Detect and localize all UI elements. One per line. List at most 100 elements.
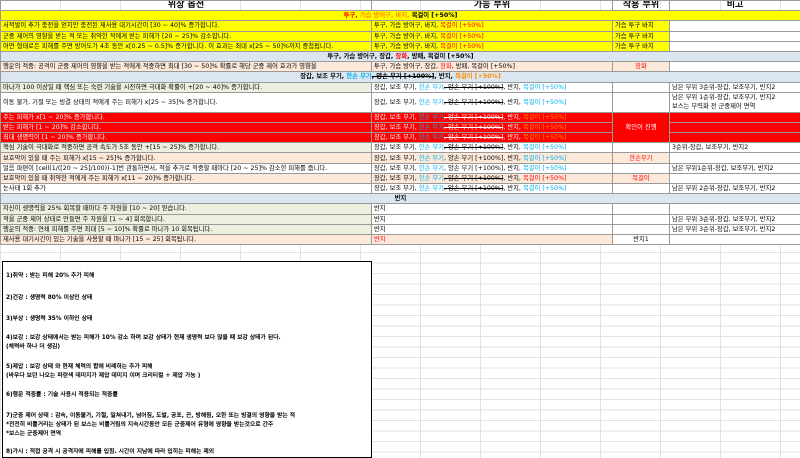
- slots-cell[interactable]: 투구, 가슴 방어구, 바지, 목걸이 [+50%]: [371, 30, 613, 42]
- remarks-cell[interactable]: [669, 132, 800, 144]
- aspect-cell[interactable]: 서적발이 추가 충전을 얻지만 충전된 재사용 대기시간이 [30 ~ 40]%…: [0, 20, 372, 32]
- aspect-cell[interactable]: 보호막이 있을 때 취약한 적에게 주는 피해가 x[11 ~ 20]% 증가합…: [0, 172, 372, 185]
- aspect-cell[interactable]: 어떤 형태로든 피해를 주면 방어도가 4초 동안 x[0.25 ~ 0.5]%…: [0, 40, 372, 52]
- section-title[interactable]: 반지: [0, 193, 800, 205]
- aspect-cell[interactable]: 마나가 100 이상일 때 핵심 또는 숙련 기술을 시전하면 극대화 확률이 …: [0, 81, 372, 93]
- header-possible-slots[interactable]: 가능 부위: [371, 0, 613, 12]
- slots-cell[interactable]: 장갑, 보조 무기, 한손 무기, 양손 무기 [+100%], 반지, 목걸이…: [371, 172, 613, 185]
- table-row: 어떤 형태로든 피해를 주면 방어도가 4초 동안 x[0.25 ~ 0.5]%…: [0, 40, 800, 52]
- remarks-cell[interactable]: 남은 부위1순위-장갑, 보조무기, 반지2: [669, 162, 800, 174]
- aspect-cell[interactable]: 행운의 적중: 공격이 군중 제어의 영향을 받는 적에게 적중하면 최대 [3…: [0, 61, 372, 73]
- slots-cell[interactable]: 반지: [371, 233, 613, 246]
- equip-cell[interactable]: [612, 182, 670, 195]
- section-title[interactable]: 장갑, 보조 무기, 한손 무기, 양손 무기 [+100%], 반지, 목걸이…: [0, 71, 800, 83]
- equip-cell[interactable]: 가슴 투구 바지: [612, 30, 670, 42]
- note-lucky-hit: 6)행운 적중률 : 기술 사용시 적용되는 적중률: [6, 392, 118, 398]
- remarks-cell[interactable]: 3순위-장갑, 보조무기, 반지2: [669, 142, 800, 154]
- aspect-table: 위상 옵션 가능 부위 착용 부위 비고 투구, 가슴 방어구, 바지, 목걸이…: [0, 0, 800, 246]
- remarks-cell[interactable]: [669, 20, 800, 32]
- section-header-defensive: 투구, 가슴 방어구, 바지, 목걸이 [+50%]: [0, 10, 800, 22]
- note-fortify: 4)보강 : 보강 상태에서는 받는 피해가 10% 감소 하며 보강 상태가 …: [6, 335, 281, 341]
- slots-cell[interactable]: 장갑, 보조 무기, 한손 무기, 양손 무기 [+100%], 반지, 목걸이…: [371, 111, 613, 123]
- table-row: 적을 군중 제어 상태로 만들면 주 자원을 [1 ~ 4] 회복합니다. 반지…: [0, 213, 800, 225]
- remarks-cell[interactable]: [669, 233, 800, 246]
- aspect-cell[interactable]: 핵심 기술이 극대화로 적중하면 공격 속도가 5초 동안 +[15 ~ 25]…: [0, 142, 372, 154]
- slots-cell[interactable]: 반지: [371, 203, 613, 215]
- aspect-cell[interactable]: 보호막이 있을 때 주는 피해가 x[15 ~ 25]% 증가합니다.: [0, 152, 372, 164]
- slots-cell[interactable]: 투구, 가슴 방어구, 바지, 목걸이 [+50%]: [371, 40, 613, 52]
- slots-cell[interactable]: 투구, 가슴 방어구, 장갑, 장화, 방패, 목걸이 [+50%]: [371, 61, 613, 73]
- note-fortify-detail: (체력바 하나 더 생김): [6, 344, 61, 350]
- remarks-cell[interactable]: [669, 203, 800, 215]
- table-row: 보호막이 있을 때 취약한 적에게 주는 피해가 x[11 ~ 20]% 증가합…: [0, 172, 800, 185]
- remarks-cell[interactable]: [669, 152, 800, 164]
- section-title[interactable]: 투구, 가슴 방어구, 바지, 목걸이 [+50%]: [0, 10, 800, 22]
- equip-cell[interactable]: [612, 203, 670, 215]
- aspect-cell[interactable]: 자신이 생명력을 25% 회복할 때마다 주 자원을 [10 ~ 20] 얻습니…: [0, 203, 372, 215]
- remarks-cell[interactable]: 남은 부위 3순위-장갑, 보조무기, 반지2: [669, 213, 800, 225]
- aspect-cell[interactable]: 이동 불가, 기절 또는 빙결 상태의 적에게 주는 피해가 x[25 ~ 35…: [0, 91, 372, 113]
- header-remarks[interactable]: 비고: [669, 0, 800, 12]
- equip-cell[interactable]: 한손무기: [612, 152, 670, 164]
- remarks-cell[interactable]: 남은 부위 3순위-장갑, 보조무기, 반지2: [669, 81, 800, 93]
- equip-cell-merged[interactable]: 확인이 진행: [612, 111, 670, 144]
- slots-cell[interactable]: 장갑, 보조 무기, 한손 무기, 양손 무기 [+100%], 반지, 목걸이…: [371, 91, 613, 113]
- remarks-cell[interactable]: [669, 121, 800, 134]
- remarks-cell[interactable]: 남은 부위 1순위-장갑, 보조무기, 반지2 보스는 무력화 전 군중제어 면역: [669, 91, 800, 113]
- table-row: 서적발이 추가 충전을 얻지만 충전된 재사용 대기시간이 [30 ~ 40]%…: [0, 20, 800, 32]
- slots-cell[interactable]: 장갑, 보조 무기, 한손 무기, 양손 무기 [+100%], 반지, 목걸이…: [371, 152, 613, 164]
- aspect-cell[interactable]: 최대 생명력이 [1 ~ 20]% 증가합니다.: [0, 132, 372, 144]
- header-aspect-option[interactable]: 위상 옵션: [0, 0, 372, 12]
- equip-cell[interactable]: [612, 223, 670, 235]
- equip-cell[interactable]: 목걸이: [612, 172, 670, 185]
- section-title[interactable]: 투구, 가슴 방어구, 장갑, 장화, 방패, 목걸이 [+50%]: [0, 50, 800, 63]
- table-header: 위상 옵션 가능 부위 착용 부위 비고: [0, 0, 800, 12]
- note-cc-boss-stagger: *전전히 비틀거리는 상태가 된 보스는 비틀거림의 지속시간동안 모든 군중제…: [6, 422, 274, 428]
- aspect-cell[interactable]: 행운의 적중: 연쇄 피해를 주면 최대 [5 ~ 10]% 확률로 마나가 1…: [0, 223, 372, 235]
- table-row: 재사용 대기시간이 있는 기술을 사용할 때 마나가 [15 ~ 25] 회복됩…: [0, 233, 800, 246]
- note-injured: 3)부상 : 생명력 35% 이하인 상태: [6, 316, 93, 322]
- table-row: 받는 피해가 [1 ~ 20]% 감소합니다. 장갑, 보조 무기, 한손 무기…: [0, 121, 800, 134]
- aspect-cell[interactable]: 받는 피해가 [1 ~ 20]% 감소합니다.: [0, 121, 372, 134]
- slots-cell[interactable]: 장갑, 보조 무기, 한손 무기, 양손 무기 [+100%], 반지, 목걸이…: [371, 182, 613, 195]
- remarks-cell[interactable]: [669, 111, 800, 123]
- slots-cell[interactable]: 장갑, 보조 무기, 한손 무기, 양손 무기 [+100%], 반지, 목걸이…: [371, 142, 613, 154]
- remarks-cell[interactable]: [669, 30, 800, 42]
- slots-cell[interactable]: 반지: [371, 213, 613, 225]
- remarks-cell[interactable]: [669, 40, 800, 52]
- aspect-cell[interactable]: 군중 제어의 영향을 받는 적 또는 취약한 적에게 받는 피해가 [20 ~ …: [0, 30, 372, 42]
- equip-cell[interactable]: 반지1: [612, 233, 670, 246]
- equip-cell[interactable]: [612, 91, 670, 113]
- equip-cell[interactable]: 장화: [612, 61, 670, 73]
- aspect-cell[interactable]: 재사용 대기시간이 있는 기술을 사용할 때 마나가 [15 ~ 25] 회복됩…: [0, 233, 372, 246]
- aspect-cell[interactable]: 얼음 파편이 [cell(1/([20 ~ 25]/100))-1]번 관통하면…: [0, 162, 372, 174]
- equip-cell[interactable]: [612, 142, 670, 154]
- slots-cell[interactable]: 장갑, 보조 무기, 한손 무기, 양손 무기 [+100%], 반지, 목걸이…: [371, 162, 613, 174]
- aspect-cell[interactable]: 주는 피해가 x[1 ~ 20]% 증가합니다.: [0, 111, 372, 123]
- equip-cell[interactable]: 가슴 투구 바지: [612, 40, 670, 52]
- equip-cell[interactable]: [612, 213, 670, 225]
- remarks-cell[interactable]: 남은 부위 2순위-장갑, 보조무기, 반지2: [669, 182, 800, 195]
- aspect-cell[interactable]: 눈사태 1회 추가: [0, 182, 372, 195]
- slots-cell[interactable]: 장갑, 보조 무기, 한손 무기, 양손 무기 [+100%], 반지, 목걸이…: [371, 132, 613, 144]
- note-healthy: 2)건강 : 생명력 80% 이상인 상태: [6, 295, 93, 301]
- table-row: 최대 생명력이 [1 ~ 20]% 증가합니다. 장갑, 보조 무기, 한손 무…: [0, 132, 800, 144]
- equip-cell[interactable]: [612, 162, 670, 174]
- remarks-cell[interactable]: [669, 172, 800, 185]
- equip-cell[interactable]: [612, 81, 670, 93]
- note-thorns: 8)가시 : 적접 공격 시 공격자에 피해를 입힘. 시간이 지남에 따라 입…: [6, 449, 215, 455]
- remarks-cell[interactable]: 남은 부위 3순위-장갑, 보조무기, 반지2: [669, 223, 800, 235]
- section-header-offensive: 장갑, 보조 무기, 한손 무기, 양손 무기 [+100%], 반지, 목걸이…: [0, 71, 800, 83]
- slots-cell[interactable]: 반지: [371, 223, 613, 235]
- slots-cell[interactable]: 장갑, 보조 무기, 한손 무기, 양손 무기 [+100%], 반지, 목걸이…: [371, 121, 613, 134]
- table-row: 마나가 100 이상일 때 핵심 또는 숙련 기술을 시전하면 극대화 확률이 …: [0, 81, 800, 93]
- slots-cell[interactable]: 투구, 가슴 방어구, 바지, 목걸이 [+50%]: [371, 20, 613, 32]
- slots-cell[interactable]: 장갑, 보조 무기, 한손 무기, 양손 무기 [+100%], 반지, 목걸이…: [371, 81, 613, 93]
- equip-cell[interactable]: 가슴 투구 바지: [612, 20, 670, 32]
- note-cc-boss-immune: *보스는 군중제어 면역: [6, 431, 62, 437]
- aspect-cell[interactable]: 적을 군중 제어 상태로 만들면 주 자원을 [1 ~ 4] 회복합니다.: [0, 213, 372, 225]
- remarks-cell[interactable]: [669, 61, 800, 73]
- table-row: 행운의 적중: 연쇄 피해를 주면 최대 [5 ~ 10]% 확률로 마나가 1…: [0, 223, 800, 235]
- table-row: 자신이 생명력을 25% 회복할 때마다 주 자원을 [10 ~ 20] 얻습니…: [0, 203, 800, 215]
- header-equip-slot[interactable]: 착용 부위: [612, 0, 670, 12]
